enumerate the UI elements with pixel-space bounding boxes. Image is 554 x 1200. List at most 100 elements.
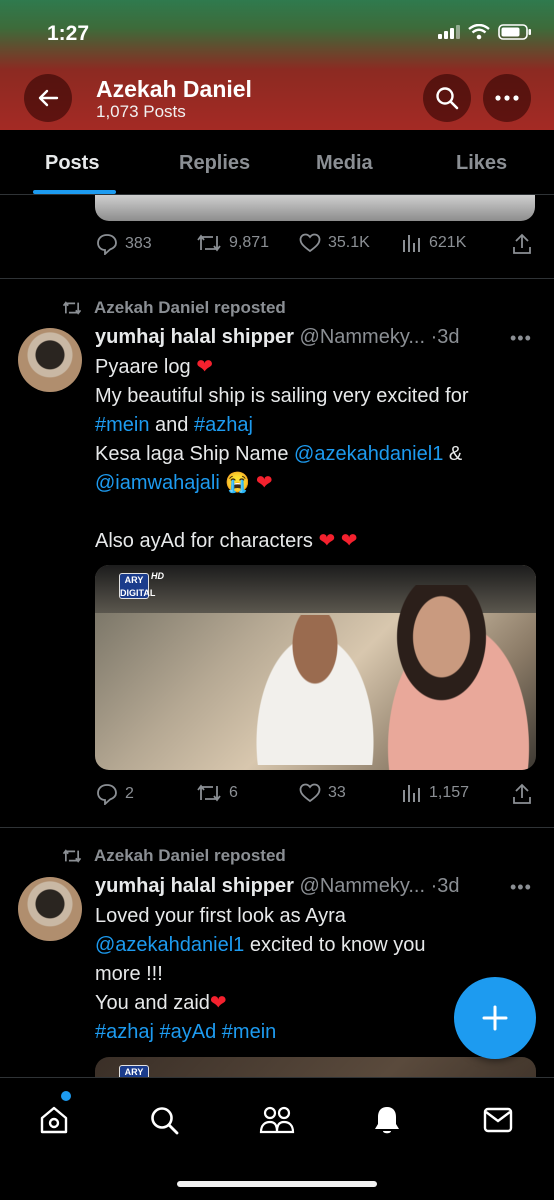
media-figure: [245, 615, 385, 765]
tweet-line: &: [443, 443, 463, 465]
more-button[interactable]: [483, 74, 531, 122]
share-button[interactable]: [512, 783, 532, 805]
tweet-text: Pyaare log ❤ My beautiful ship is sailin…: [95, 353, 525, 556]
search-button[interactable]: [423, 74, 471, 122]
views-count: 1,157: [429, 784, 470, 801]
previous-post-actions: 383 9,871 35.1K 621K: [96, 233, 536, 257]
posts-feed[interactable]: 383 9,871 35.1K 621K Azekah Daniel repos…: [0, 195, 554, 1077]
author-handle[interactable]: @Nammeky...: [300, 326, 426, 348]
views-button[interactable]: 621K: [402, 233, 466, 253]
mention-link[interactable]: @azekahdaniel1: [294, 443, 443, 465]
repost-indicator[interactable]: Azekah Daniel reposted: [62, 298, 286, 318]
repost-button[interactable]: 9,871: [196, 233, 269, 253]
hashtag-link[interactable]: #azhaj: [95, 1021, 154, 1043]
heart-emoji: ❤: [318, 530, 336, 552]
tweet-line: My beautiful ship is sailing very excite…: [95, 385, 469, 407]
tab-likes[interactable]: Likes: [456, 152, 507, 175]
tab-media[interactable]: Media: [316, 152, 373, 175]
profile-name: Azekah Daniel: [96, 76, 252, 102]
like-icon: [299, 233, 321, 253]
repost-icon: [62, 301, 82, 315]
tweet-line: and: [149, 414, 194, 436]
tweet-header: yumhaj halal shipper @Nammeky... ·3d: [95, 326, 459, 349]
tweet-header: yumhaj halal shipper @Nammeky... ·3d: [95, 875, 459, 898]
tweet-more-button[interactable]: •••: [510, 877, 532, 898]
search-icon: [436, 87, 459, 110]
reply-button[interactable]: 2: [96, 783, 134, 805]
compose-icon: [482, 1005, 508, 1031]
hashtag-link[interactable]: #ayAd: [160, 1021, 217, 1043]
repost-indicator[interactable]: Azekah Daniel reposted: [62, 846, 286, 866]
tweet-more-button[interactable]: •••: [510, 328, 532, 349]
home-icon: [40, 1106, 68, 1134]
views-button[interactable]: 1,157: [402, 783, 469, 803]
messages-icon: [483, 1107, 513, 1133]
mention-link[interactable]: @iamwahajali: [95, 472, 220, 494]
tab-posts[interactable]: Posts: [45, 152, 99, 175]
tab-replies[interactable]: Replies: [179, 152, 250, 175]
tweet-line: more !!!: [95, 963, 163, 985]
tweet-line: excited to know you: [244, 934, 426, 956]
home-indicator: [177, 1181, 377, 1187]
repost-count: 6: [229, 784, 238, 801]
tweet-time: ·3d: [430, 326, 460, 348]
hashtag-link[interactable]: #mein: [222, 1021, 276, 1043]
nav-notifications[interactable]: [367, 1100, 407, 1140]
compose-button[interactable]: [454, 977, 536, 1059]
tweet-line: Pyaare log: [95, 356, 191, 378]
tweet-line: 😭: [219, 472, 251, 494]
heart-emoji: ❤: [209, 992, 227, 1014]
previous-post-media[interactable]: [95, 195, 535, 221]
status-time: 1:27: [47, 22, 90, 45]
channel-logo: ARY DIGITAL: [119, 573, 156, 599]
views-icon: [403, 235, 420, 252]
status-icons: [438, 24, 532, 40]
back-arrow-icon: [38, 89, 59, 107]
repost-button[interactable]: 6: [196, 783, 238, 803]
divider: [0, 827, 554, 828]
heart-emoji: ❤: [340, 530, 358, 552]
tweet-line: You and zaid: [95, 992, 210, 1014]
like-button[interactable]: 33: [299, 783, 346, 803]
communities-icon: [259, 1106, 295, 1134]
like-icon: [299, 783, 321, 803]
battery-icon: [498, 24, 531, 40]
like-count: 33: [328, 784, 346, 801]
hashtag-link[interactable]: #azhaj: [194, 414, 253, 436]
like-button[interactable]: 35.1K: [299, 233, 370, 253]
hashtag-link[interactable]: #mein: [95, 414, 149, 436]
share-button[interactable]: [512, 233, 532, 255]
nav-home[interactable]: [34, 1100, 74, 1140]
divider: [0, 278, 554, 279]
repost-count: 9,871: [229, 234, 270, 251]
media-figure: [365, 585, 535, 770]
author-name[interactable]: yumhaj halal shipper: [95, 875, 294, 897]
nav-communities[interactable]: [257, 1100, 297, 1140]
profile-tabs: Posts Replies Media Likes: [0, 130, 554, 195]
author-name[interactable]: yumhaj halal shipper: [95, 326, 294, 348]
tweet-line: Loved your first look as Ayra: [95, 905, 346, 927]
nav-messages[interactable]: [478, 1100, 518, 1140]
tweet-media-image[interactable]: ARY DIGITAL HD: [95, 565, 536, 770]
tweet-line: Also ayAd for characters: [95, 530, 313, 552]
tweet-media-image[interactable]: ARY DIGITAL: [95, 1057, 536, 1077]
more-icon: [495, 95, 519, 101]
profile-header: 1:27 Azekah Daniel 1,073 Posts: [0, 0, 554, 130]
author-handle[interactable]: @Nammeky...: [300, 875, 426, 897]
mention-link[interactable]: @azekahdaniel1: [95, 934, 244, 956]
share-icon: [513, 233, 531, 254]
avatar[interactable]: [18, 877, 82, 941]
share-icon: [513, 783, 531, 804]
reply-count: 383: [125, 235, 152, 252]
notifications-icon: [375, 1107, 399, 1134]
avatar[interactable]: [18, 328, 82, 392]
repost-icon: [62, 849, 82, 863]
tweet-time: ·3d: [430, 875, 460, 897]
nav-search[interactable]: [144, 1100, 184, 1140]
back-button[interactable]: [24, 74, 72, 122]
active-tab-indicator: [33, 190, 116, 194]
reply-button[interactable]: 383: [96, 233, 152, 255]
heart-emoji: ❤: [255, 472, 273, 494]
notification-dot: [61, 1091, 71, 1101]
repost-label: Azekah Daniel reposted: [94, 846, 286, 865]
